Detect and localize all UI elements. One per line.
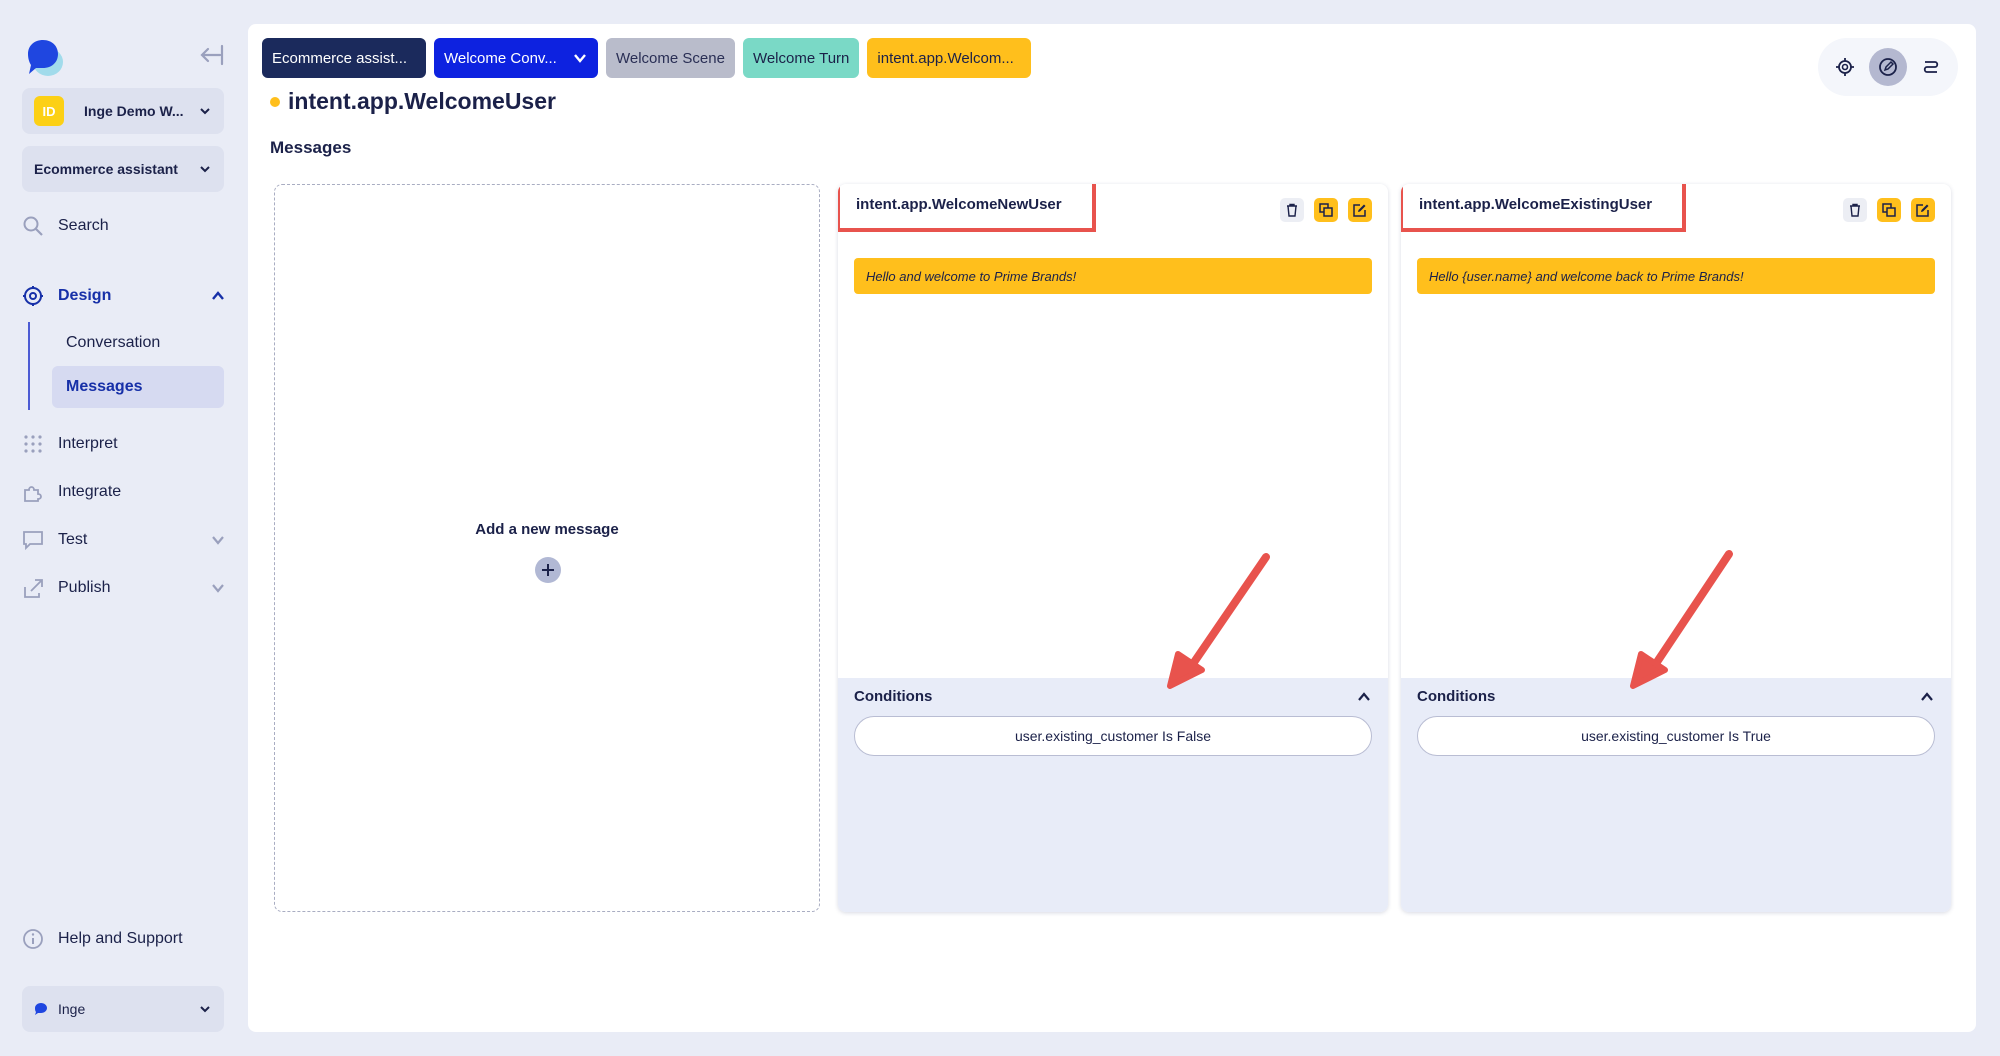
breadcrumb: Ecommerce assist... Welcome Conv... Welc… xyxy=(262,38,1032,78)
edit-button[interactable] xyxy=(1911,198,1935,222)
nav-interpret-label: Interpret xyxy=(58,435,118,452)
copy-icon xyxy=(1882,203,1896,217)
nav-publish-label: Publish xyxy=(58,579,111,596)
help-label: Help and Support xyxy=(58,930,183,947)
subnav-messages[interactable]: Messages xyxy=(52,366,224,408)
message-name-highlight: intent.app.WelcomeNewUser xyxy=(838,184,1096,232)
design-icon xyxy=(23,286,43,306)
chevron-down-icon xyxy=(200,166,210,173)
message-name-highlight: intent.app.WelcomeExistingUser xyxy=(1401,184,1687,232)
status-dot xyxy=(270,96,280,107)
nav-test[interactable]: Test xyxy=(22,522,226,558)
gear-icon xyxy=(1836,58,1855,76)
logo-icon[interactable] xyxy=(22,38,64,78)
main-panel: Ecommerce assist... Welcome Conv... Welc… xyxy=(248,24,1976,1032)
nav-publish[interactable]: Publish xyxy=(22,570,226,606)
trash-icon xyxy=(1850,203,1860,217)
page-title-text: intent.app.WelcomeUser xyxy=(288,88,556,114)
edit-button[interactable] xyxy=(1348,198,1372,222)
message-card: intent.app.WelcomeExistingUser Hello {us… xyxy=(1401,184,1951,912)
delete-button[interactable] xyxy=(1843,198,1867,222)
nav-integrate[interactable]: Integrate xyxy=(22,474,226,510)
conditions-panel: Conditions user.existing_customer Is Tru… xyxy=(1401,678,1951,912)
interpret-icon xyxy=(24,435,42,453)
plus-icon xyxy=(542,564,554,576)
nav-search-label: Search xyxy=(58,217,109,234)
breadcrumb-scene[interactable]: Welcome Scene xyxy=(606,38,735,78)
section-title: Messages xyxy=(270,138,352,157)
card-actions xyxy=(1280,198,1372,222)
chevron-up-icon xyxy=(212,291,224,300)
message-name: intent.app.WelcomeExistingUser xyxy=(1419,195,1653,213)
workspace-name: Inge Demo W... xyxy=(84,103,184,119)
add-message-label: Add a new message xyxy=(475,521,619,538)
project-select[interactable]: Ecommerce assistant xyxy=(22,146,224,192)
chevron-up-icon xyxy=(1358,691,1370,701)
trash-icon xyxy=(1287,203,1297,217)
help-and-support[interactable]: Help and Support xyxy=(22,928,183,950)
sidebar: ID Inge Demo W... Ecommerce assistant Se… xyxy=(0,0,246,1056)
add-message-button[interactable] xyxy=(535,557,561,583)
workspace-avatar: ID xyxy=(34,96,64,126)
chevron-down-icon xyxy=(574,54,586,63)
settings-view-button[interactable] xyxy=(1826,48,1864,86)
user-name: Inge xyxy=(58,1001,86,1017)
message-bubble[interactable]: Hello {user.name} and welcome back to Pr… xyxy=(1417,258,1935,294)
nav-design[interactable]: Design xyxy=(22,278,226,314)
nav-integrate-label: Integrate xyxy=(58,483,122,500)
subnav-conversation[interactable]: Conversation xyxy=(52,322,224,364)
add-message-card[interactable]: Add a new message xyxy=(274,184,820,912)
conditions-header[interactable]: Conditions xyxy=(1417,688,1935,705)
conditions-title: Conditions xyxy=(1417,688,1496,705)
conditions-title: Conditions xyxy=(854,688,933,705)
integrate-icon xyxy=(24,486,42,502)
publish-icon xyxy=(24,579,43,598)
breadcrumb-conversation-label: Welcome Conv... xyxy=(444,49,557,67)
duplicate-button[interactable] xyxy=(1314,198,1338,222)
edit-icon xyxy=(1916,204,1929,217)
card-actions xyxy=(1843,198,1935,222)
breadcrumb-intent[interactable]: intent.app.Welcom... xyxy=(867,38,1032,78)
chevron-down-icon xyxy=(212,536,224,545)
nav-design-label: Design xyxy=(58,287,112,304)
chevron-down-icon xyxy=(200,1006,210,1013)
subnav-line xyxy=(28,322,30,410)
help-icon xyxy=(23,929,43,949)
nav-search[interactable]: Search xyxy=(22,208,226,244)
message-name: intent.app.WelcomeNewUser xyxy=(856,195,1062,213)
delete-button[interactable] xyxy=(1280,198,1304,222)
view-toolbar xyxy=(1818,38,1958,96)
flow-view-button[interactable] xyxy=(1912,48,1950,86)
edit-icon xyxy=(1353,204,1366,217)
user-select[interactable]: Inge xyxy=(22,986,224,1032)
conditions-panel: Conditions user.existing_customer Is Fal… xyxy=(838,678,1388,912)
message-card: intent.app.WelcomeNewUser Hello and welc… xyxy=(838,184,1388,912)
edit-view-button[interactable] xyxy=(1868,48,1907,86)
page-title: intent.app.WelcomeUser xyxy=(270,88,556,115)
breadcrumb-project[interactable]: Ecommerce assist... xyxy=(262,38,426,78)
nav-test-label: Test xyxy=(58,531,88,548)
workspace-select[interactable]: ID Inge Demo W... xyxy=(22,88,224,134)
flow-icon xyxy=(1923,61,1938,73)
nav-interpret[interactable]: Interpret xyxy=(22,426,226,462)
edit-icon xyxy=(1879,58,1897,76)
copy-icon xyxy=(1319,203,1333,217)
user-logo-icon xyxy=(35,1003,47,1015)
breadcrumb-turn[interactable]: Welcome Turn xyxy=(742,38,860,78)
breadcrumb-conversation[interactable]: Welcome Conv... xyxy=(434,38,598,78)
collapse-sidebar-icon[interactable] xyxy=(198,42,226,68)
chevron-up-icon xyxy=(1921,691,1933,701)
message-bubble[interactable]: Hello and welcome to Prime Brands! xyxy=(854,258,1372,294)
search-icon xyxy=(23,216,43,236)
condition-pill[interactable]: user.existing_customer Is False xyxy=(854,716,1372,756)
chevron-down-icon xyxy=(212,584,224,593)
duplicate-button[interactable] xyxy=(1877,198,1901,222)
project-name: Ecommerce assistant xyxy=(34,161,178,177)
chevron-down-icon xyxy=(200,108,210,115)
conditions-header[interactable]: Conditions xyxy=(854,688,1372,705)
condition-pill[interactable]: user.existing_customer Is True xyxy=(1417,716,1935,756)
test-icon xyxy=(23,531,43,551)
